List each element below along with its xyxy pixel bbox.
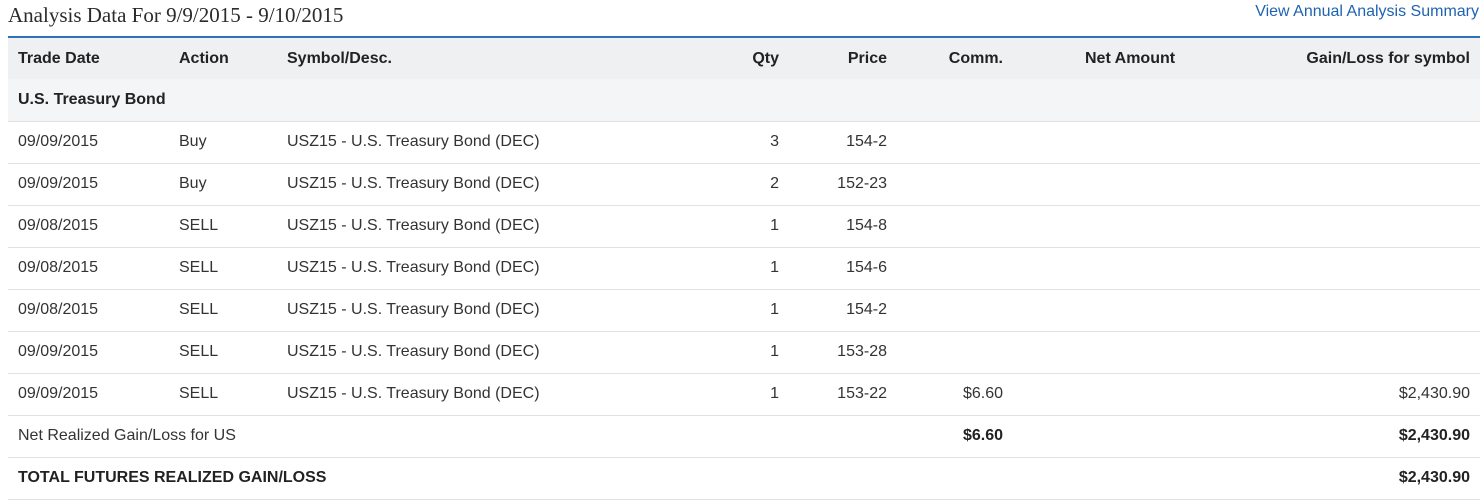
cell-action: SELL: [169, 289, 277, 332]
analysis-table: Trade Date Action Symbol/Desc. Qty Price…: [8, 36, 1480, 500]
cell-action: SELL: [169, 205, 277, 248]
cell-comm: $6.60: [897, 373, 1013, 416]
cell-action: SELL: [169, 247, 277, 290]
cell-gain-loss: [1173, 331, 1480, 374]
table-row: 09/09/2015 Buy USZ15 - U.S. Treasury Bon…: [8, 163, 1480, 206]
cell-gain-loss: [1173, 247, 1480, 290]
table-row: 09/08/2015 SELL USZ15 - U.S. Treasury Bo…: [8, 289, 1480, 332]
cell-action: SELL: [169, 373, 277, 416]
column-header-trade-date[interactable]: Trade Date: [8, 37, 169, 79]
cell-trade-date: 09/09/2015: [8, 373, 169, 416]
cell-comm: [897, 205, 1013, 248]
cell-symbol: USZ15 - U.S. Treasury Bond (DEC): [277, 331, 643, 374]
cell-gain-loss: $2,430.90: [1173, 373, 1480, 416]
cell-net-amount: [1013, 163, 1173, 206]
table-header-row: Trade Date Action Symbol/Desc. Qty Price…: [8, 37, 1480, 79]
cell-trade-date: 09/09/2015: [8, 331, 169, 374]
cell-gain-loss: [1173, 205, 1480, 248]
cell-comm: [897, 331, 1013, 374]
table-row: 09/09/2015 SELL USZ15 - U.S. Treasury Bo…: [8, 373, 1480, 416]
column-header-price[interactable]: Price: [789, 37, 897, 79]
cell-action: Buy: [169, 163, 277, 206]
cell-net-amount: [1013, 373, 1173, 416]
cell-price: 154-2: [789, 121, 897, 164]
table-row: 09/08/2015 SELL USZ15 - U.S. Treasury Bo…: [8, 205, 1480, 248]
cell-price: 152-23: [789, 163, 897, 206]
cell-trade-date: 09/09/2015: [8, 163, 169, 206]
cell-comm: [897, 163, 1013, 206]
column-header-comm[interactable]: Comm.: [897, 37, 1013, 79]
column-header-symbol[interactable]: Symbol/Desc.: [277, 37, 643, 79]
cell-net-amount: [1013, 121, 1173, 164]
cell-symbol: USZ15 - U.S. Treasury Bond (DEC): [277, 373, 643, 416]
cell-gain-loss: [1173, 289, 1480, 332]
cell-price: 154-8: [789, 205, 897, 248]
column-header-qty[interactable]: Qty: [643, 37, 789, 79]
cell-action: Buy: [169, 121, 277, 164]
cell-price: 153-22: [789, 373, 897, 416]
column-header-action[interactable]: Action: [169, 37, 277, 79]
cell-net-amount: [1013, 205, 1173, 248]
page-title: Analysis Data For 9/9/2015 - 9/10/2015: [8, 3, 344, 27]
view-annual-summary-link[interactable]: View Annual Analysis Summary: [1255, 2, 1479, 22]
cell-trade-date: 09/08/2015: [8, 247, 169, 290]
page-header: Analysis Data For 9/9/2015 - 9/10/2015 V…: [0, 0, 1481, 36]
cell-symbol: USZ15 - U.S. Treasury Bond (DEC): [277, 163, 643, 206]
subtotal-label: Net Realized Gain/Loss for US: [8, 415, 897, 458]
cell-symbol: USZ15 - U.S. Treasury Bond (DEC): [277, 205, 643, 248]
cell-comm: [897, 289, 1013, 332]
cell-symbol: USZ15 - U.S. Treasury Bond (DEC): [277, 121, 643, 164]
cell-qty: 1: [643, 331, 789, 374]
cell-symbol: USZ15 - U.S. Treasury Bond (DEC): [277, 289, 643, 332]
cell-trade-date: 09/09/2015: [8, 121, 169, 164]
subtotal-row: Net Realized Gain/Loss for US $6.60 $2,4…: [8, 415, 1480, 458]
cell-qty: 1: [643, 289, 789, 332]
cell-symbol: USZ15 - U.S. Treasury Bond (DEC): [277, 247, 643, 290]
subtotal-net-amount: [1013, 415, 1173, 458]
cell-net-amount: [1013, 331, 1173, 374]
group-label: U.S. Treasury Bond: [8, 79, 1480, 122]
cell-trade-date: 09/08/2015: [8, 289, 169, 332]
cell-qty: 1: [643, 247, 789, 290]
table-row: 09/08/2015 SELL USZ15 - U.S. Treasury Bo…: [8, 247, 1480, 290]
subtotal-comm: $6.60: [897, 415, 1013, 458]
cell-trade-date: 09/08/2015: [8, 205, 169, 248]
analysis-table-container: Trade Date Action Symbol/Desc. Qty Price…: [8, 36, 1480, 500]
table-row: 09/09/2015 SELL USZ15 - U.S. Treasury Bo…: [8, 331, 1480, 374]
cell-net-amount: [1013, 247, 1173, 290]
grand-total-gain-loss: $2,430.90: [1173, 457, 1480, 500]
grand-total-row: TOTAL FUTURES REALIZED GAIN/LOSS $2,430.…: [8, 457, 1480, 500]
cell-gain-loss: [1173, 163, 1480, 206]
grand-total-label: TOTAL FUTURES REALIZED GAIN/LOSS: [8, 457, 1173, 500]
subtotal-gain-loss: $2,430.90: [1173, 415, 1480, 458]
cell-price: 154-6: [789, 247, 897, 290]
cell-qty: 2: [643, 163, 789, 206]
cell-net-amount: [1013, 289, 1173, 332]
cell-price: 153-28: [789, 331, 897, 374]
cell-qty: 1: [643, 373, 789, 416]
cell-comm: [897, 121, 1013, 164]
cell-action: SELL: [169, 331, 277, 374]
cell-price: 154-2: [789, 289, 897, 332]
cell-qty: 3: [643, 121, 789, 164]
cell-comm: [897, 247, 1013, 290]
column-header-net-amount[interactable]: Net Amount: [1013, 37, 1175, 79]
column-header-gain-loss[interactable]: Gain/Loss for symbol: [1173, 37, 1480, 79]
group-row: U.S. Treasury Bond: [8, 79, 1480, 122]
cell-qty: 1: [643, 205, 789, 248]
table-row: 09/09/2015 Buy USZ15 - U.S. Treasury Bon…: [8, 121, 1480, 164]
cell-gain-loss: [1173, 121, 1480, 164]
